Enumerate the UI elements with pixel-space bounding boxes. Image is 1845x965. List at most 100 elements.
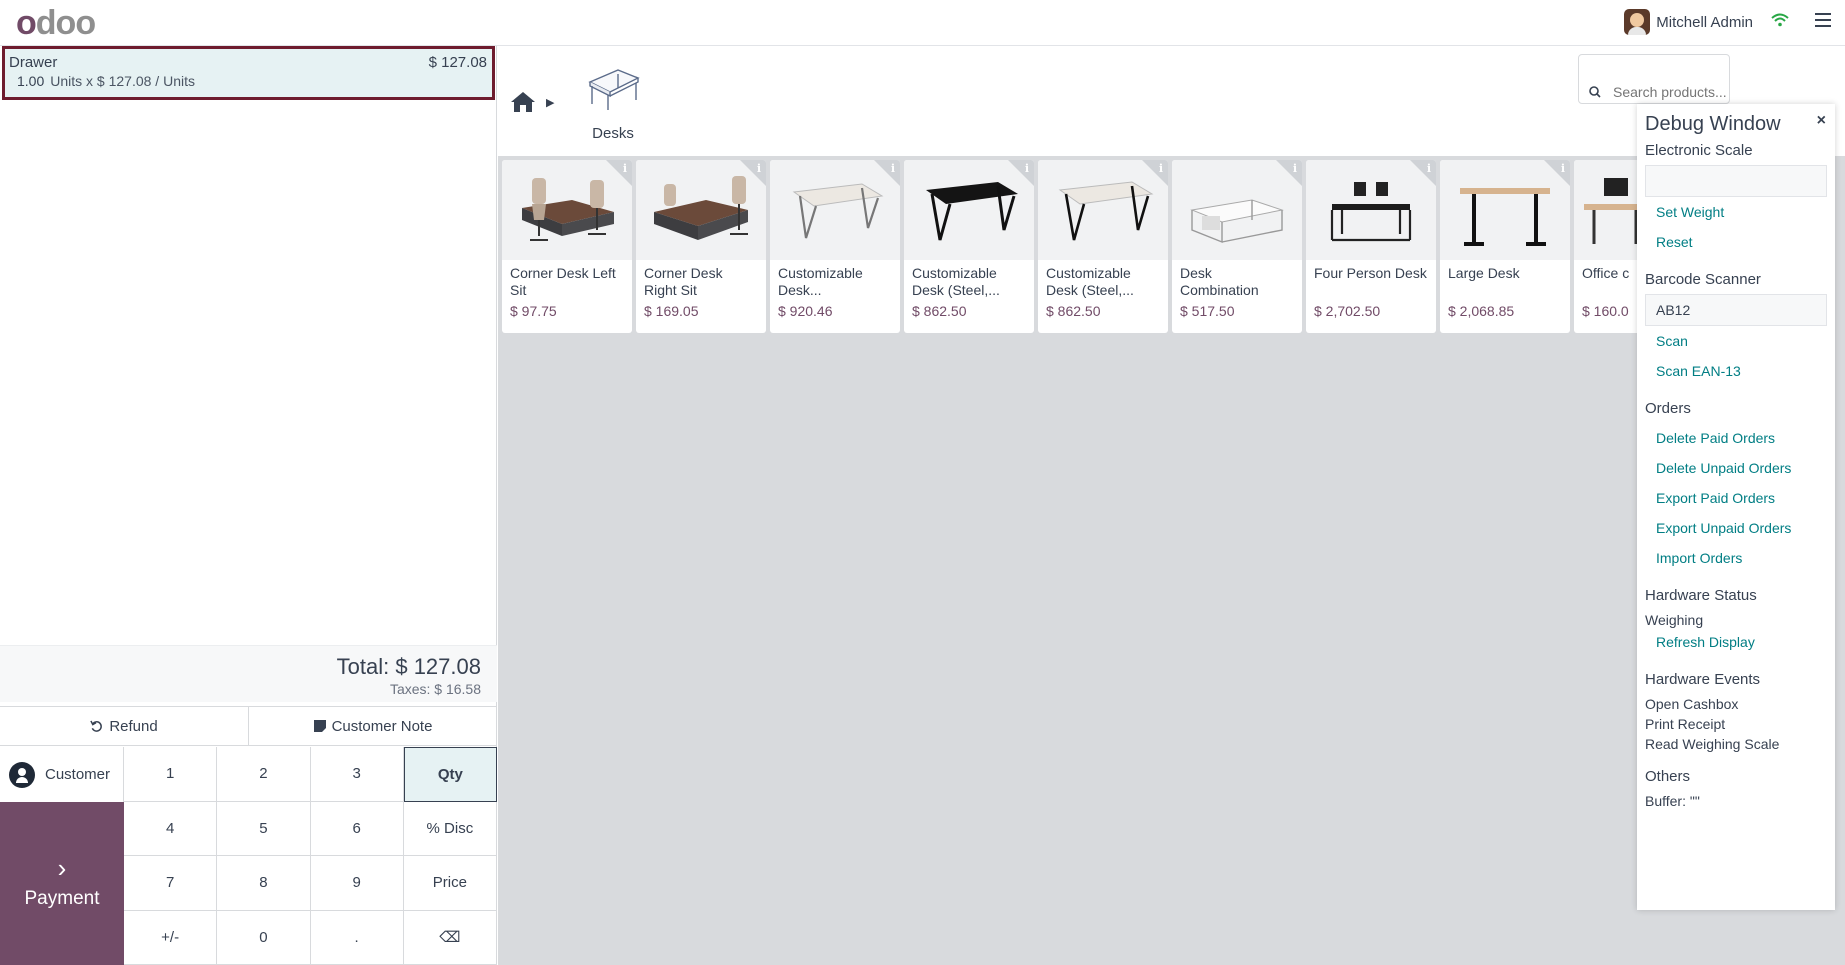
search-input[interactable]	[1587, 83, 1727, 101]
product-price: $ 862.50	[1046, 303, 1101, 319]
product-card[interactable]: i Customizable Desk (Steel,... $ 862.50	[904, 160, 1034, 333]
import-orders-button[interactable]: Import Orders	[1645, 543, 1827, 573]
wifi-status-icon[interactable]	[1771, 13, 1789, 27]
numpad-backspace-icon[interactable]: ⌫	[403, 910, 497, 965]
scan-ean13-button[interactable]: Scan EAN-13	[1645, 356, 1827, 386]
product-name: Customizable Desk...	[778, 265, 863, 298]
numpad-mode-qty[interactable]: Qty	[403, 747, 497, 802]
delete-paid-orders-button[interactable]: Delete Paid Orders	[1645, 423, 1827, 453]
info-icon[interactable]: i	[891, 162, 895, 175]
numpad-key-9[interactable]: 9	[310, 856, 404, 911]
numpad-key-6[interactable]: 6	[310, 801, 404, 856]
numpad-key-decimal[interactable]: .	[310, 910, 404, 965]
export-unpaid-orders-button[interactable]: Export Unpaid Orders	[1645, 513, 1827, 543]
customer-note-label: Customer Note	[331, 717, 433, 735]
info-icon[interactable]: i	[757, 162, 761, 175]
home-icon[interactable]	[510, 90, 536, 114]
product-card[interactable]: i Desk Combination $ 517.50	[1172, 160, 1302, 333]
numpad-key-1[interactable]: 1	[124, 747, 218, 802]
barcode-input[interactable]	[1645, 294, 1827, 326]
category-desks-label: Desks	[592, 125, 634, 142]
order-line-product: Drawer	[9, 54, 58, 71]
delete-unpaid-orders-button[interactable]: Delete Unpaid Orders	[1645, 453, 1827, 483]
product-card[interactable]: i Customizable Desk (Steel,... $ 862.50	[1038, 160, 1168, 333]
product-card[interactable]: i Large Desk $ 2,068.85	[1440, 160, 1570, 333]
payment-button[interactable]: › Payment	[0, 802, 124, 965]
product-name: Corner Desk Left Sit	[510, 265, 616, 298]
info-icon[interactable]: i	[1025, 162, 1029, 175]
numpad-key-2[interactable]: 2	[217, 747, 311, 802]
numpad-key-3[interactable]: 3	[310, 747, 404, 802]
product-price: $ 862.50	[912, 303, 967, 319]
info-icon[interactable]: i	[1427, 162, 1431, 175]
customer-note-button[interactable]: Customer Note	[248, 707, 497, 745]
set-weight-button[interactable]: Set Weight	[1645, 197, 1827, 227]
export-paid-orders-button[interactable]: Export Paid Orders	[1645, 483, 1827, 513]
order-line-detail: Units x $ 127.08 / Units	[50, 73, 195, 89]
set-customer-button[interactable]: Customer	[0, 747, 124, 802]
event-read-weighing-scale: Read Weighing Scale	[1645, 736, 1780, 752]
order-taxes: Taxes: $ 16.58	[389, 681, 481, 697]
product-card[interactable]: i Four Person Desk $ 2,702.50	[1306, 160, 1436, 333]
debug-window: Debug Window × Electronic Scale Set Weig…	[1637, 104, 1835, 910]
product-name: Desk Combination	[1180, 265, 1259, 298]
product-price: $ 2,068.85	[1448, 303, 1515, 319]
category-desks[interactable]: Desks	[582, 64, 644, 142]
info-icon[interactable]: i	[1293, 162, 1297, 175]
order-line[interactable]: Drawer $ 127.08 1.00 Units x $ 127.08 / U…	[2, 46, 495, 100]
product-name: Customizable Desk (Steel,...	[912, 265, 1000, 298]
refund-button[interactable]: Refund	[0, 707, 248, 745]
product-name: Corner Desk Right Sit	[644, 265, 723, 298]
refresh-display-button[interactable]: Refresh Display	[1645, 630, 1827, 657]
product-price: $ 169.05	[644, 303, 699, 319]
product-price: $ 97.75	[510, 303, 557, 319]
debug-title: Debug Window	[1645, 113, 1781, 135]
product-image: i	[1172, 160, 1302, 260]
product-image: i	[1440, 160, 1570, 260]
close-icon[interactable]: ×	[1817, 112, 1826, 130]
orders-heading: Orders	[1645, 400, 1691, 417]
product-image: i	[1306, 160, 1436, 260]
info-icon[interactable]: i	[1159, 162, 1163, 175]
order-panel: Drawer $ 127.08 1.00 Units x $ 127.08 / U…	[0, 46, 497, 965]
order-line-info: 1.00 Units x $ 127.08 / Units	[17, 73, 488, 89]
numpad-key-4[interactable]: 4	[124, 801, 218, 856]
info-icon[interactable]: i	[1561, 162, 1565, 175]
desk-category-icon	[588, 69, 640, 110]
scan-button[interactable]: Scan	[1645, 326, 1827, 356]
numpad-key-7[interactable]: 7	[124, 856, 218, 911]
note-icon	[313, 720, 326, 732]
customer-label: Customer	[45, 766, 111, 783]
product-list: i Corner Desk Left Sit $ 97.75 i Corner …	[502, 160, 1704, 333]
user-menu[interactable]: Mitchell Admin	[1624, 9, 1753, 35]
numpad-key-5[interactable]: 5	[217, 801, 311, 856]
product-image: i	[904, 160, 1034, 260]
weight-input[interactable]	[1645, 165, 1827, 197]
product-card[interactable]: i Corner Desk Left Sit $ 97.75	[502, 160, 632, 333]
reset-weight-button[interactable]: Reset	[1645, 227, 1827, 257]
hardware-status-heading: Hardware Status	[1645, 587, 1757, 604]
menu-hamburger-icon[interactable]	[1815, 13, 1831, 27]
product-card[interactable]: i Customizable Desk... $ 920.46	[770, 160, 900, 333]
numpad: 1 2 3 Qty 4 5 6 % Disc 7 8 9 Price +/- 0…	[124, 747, 497, 965]
info-icon[interactable]: i	[623, 162, 627, 175]
order-total: Total: $ 127.08	[336, 654, 481, 679]
product-info-tag	[874, 160, 900, 186]
numpad-mode-price[interactable]: Price	[403, 856, 497, 911]
user-name: Mitchell Admin	[1656, 13, 1753, 31]
product-card[interactable]: i Corner Desk Right Sit $ 169.05	[636, 160, 766, 333]
payment-label: Payment	[24, 887, 100, 909]
numpad-key-0[interactable]: 0	[217, 910, 311, 965]
product-price: $ 2,702.50	[1314, 303, 1381, 319]
numpad-key-plus-minus[interactable]: +/-	[124, 910, 218, 965]
electronic-scale-heading: Electronic Scale	[1645, 142, 1753, 159]
search-box[interactable]	[1578, 54, 1730, 104]
product-image: i	[502, 160, 632, 260]
numpad-mode-discount[interactable]: % Disc	[403, 801, 497, 856]
event-open-cashbox: Open Cashbox	[1645, 696, 1739, 712]
order-line-price: $ 127.08	[428, 54, 487, 71]
numpad-key-8[interactable]: 8	[217, 856, 311, 911]
product-name: Customizable Desk (Steel,...	[1046, 265, 1134, 298]
product-info-tag	[1008, 160, 1034, 186]
buffer-value: Buffer: ""	[1645, 793, 1700, 809]
